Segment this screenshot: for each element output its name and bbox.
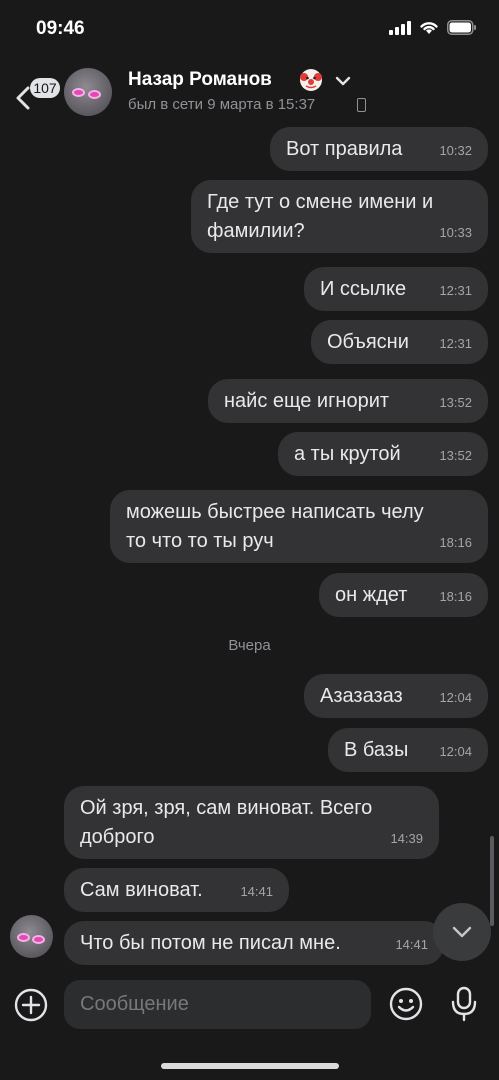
date-separator: Вчера	[228, 637, 271, 654]
message-bubble[interactable]: он ждет 18:16	[319, 573, 488, 617]
message-time: 12:04	[439, 744, 472, 759]
cellular-signal-icon	[389, 20, 411, 35]
avatar-glasses-left	[72, 88, 85, 97]
message-text: В базы	[344, 739, 409, 761]
message-time: 14:41	[395, 937, 428, 952]
chat-header: 107 Назар Романов был в сети 9 марта в 1…	[0, 58, 499, 126]
message-time: 10:32	[439, 143, 472, 158]
message-bubble[interactable]: Что бы потом не писал мне. 14:41	[64, 921, 444, 965]
message-time: 14:41	[240, 884, 273, 899]
message-bubble[interactable]: найс еще игнорит 13:52	[208, 379, 488, 423]
message-time: 12:31	[439, 336, 472, 351]
message-text: а ты крутой	[294, 443, 401, 465]
message-time: 14:39	[390, 831, 423, 846]
message-bubble[interactable]: И ссылке 12:31	[304, 267, 488, 311]
message-text: Где тут о смене имени и фамилии?	[207, 191, 434, 242]
avatar-glasses-right	[88, 90, 101, 99]
message-bubble[interactable]: можешь быстрее написать челу то что то т…	[110, 490, 488, 563]
message-text: И ссылке	[320, 278, 407, 300]
back-button[interactable]: 107	[12, 66, 60, 112]
avatar-glasses-left	[17, 933, 30, 942]
message-time: 13:52	[439, 395, 472, 410]
scroll-to-bottom-button[interactable]	[433, 903, 491, 961]
message-time: 12:04	[439, 690, 472, 705]
message-bubble[interactable]: Вот правила 10:32	[270, 127, 488, 171]
message-time: 12:31	[439, 283, 472, 298]
battery-icon	[447, 20, 476, 35]
emoji-button[interactable]	[389, 987, 423, 1021]
chevron-down-icon[interactable]	[334, 72, 352, 90]
message-time: 13:52	[439, 448, 472, 463]
message-text: Объясни	[327, 331, 409, 353]
wifi-icon	[420, 22, 438, 34]
home-indicator[interactable]	[161, 1063, 339, 1069]
message-time: 18:16	[439, 535, 472, 550]
message-bubble[interactable]: а ты крутой 13:52	[278, 432, 488, 476]
message-bubble[interactable]: В базы 12:04	[328, 728, 488, 772]
contact-last-seen: был в сети 9 марта в 15:37	[128, 96, 316, 113]
message-text: Ой зря, зря, сам виноват. Всего доброго	[80, 797, 373, 848]
attach-plus-button[interactable]	[14, 988, 48, 1022]
message-text: Что бы потом не писал мне.	[80, 932, 341, 954]
microphone-button[interactable]	[449, 986, 479, 1022]
message-composer	[64, 980, 371, 1029]
message-bubble[interactable]: Ой зря, зря, сам виноват. Всего доброго …	[64, 786, 439, 859]
scrollbar[interactable]	[490, 836, 494, 926]
message-input[interactable]	[80, 980, 360, 1029]
message-time: 18:16	[439, 589, 472, 604]
status-icons	[389, 20, 477, 35]
chevron-down-icon	[452, 926, 472, 938]
clown-icon	[300, 69, 322, 91]
message-text: Сам виноват.	[80, 879, 203, 901]
mobile-device-icon	[357, 98, 366, 112]
message-bubble[interactable]: Сам виноват. 14:41	[64, 868, 289, 912]
message-text: можешь быстрее написать челу то что то т…	[126, 501, 424, 552]
status-time: 09:46	[36, 18, 85, 39]
message-bubble[interactable]: Азазазаз 12:04	[304, 674, 488, 718]
contact-avatar[interactable]	[64, 68, 112, 116]
message-text: он ждет	[335, 584, 408, 606]
unread-count-badge: 107	[30, 78, 60, 98]
message-text: Азазазаз	[320, 685, 403, 707]
sender-avatar[interactable]	[10, 915, 53, 958]
message-bubble[interactable]: Объясни 12:31	[311, 320, 488, 364]
message-time: 10:33	[439, 225, 472, 240]
contact-name[interactable]: Назар Романов	[128, 69, 272, 91]
avatar-glasses-right	[32, 935, 45, 944]
message-text: найс еще игнорит	[224, 390, 390, 412]
message-text: Вот правила	[286, 138, 403, 160]
status-bar: 09:46	[0, 0, 499, 58]
message-bubble[interactable]: Где тут о смене имени и фамилии? 10:33	[191, 180, 488, 253]
